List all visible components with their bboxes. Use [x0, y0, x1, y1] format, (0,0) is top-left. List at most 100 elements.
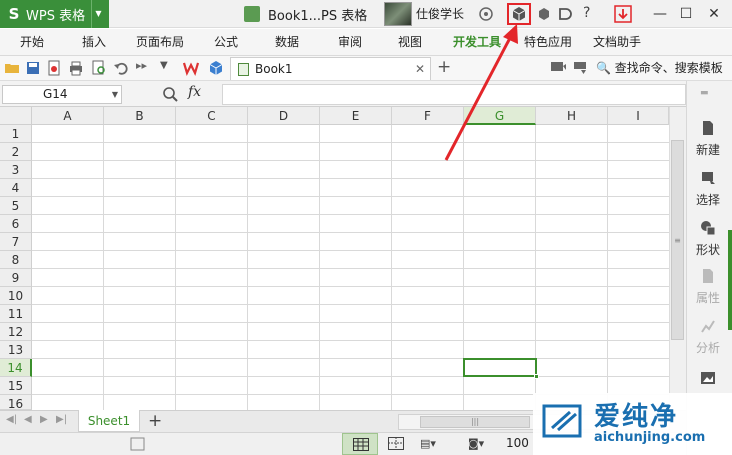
column-header-d[interactable]: D	[248, 107, 320, 125]
row-header-8[interactable]: 8	[0, 251, 32, 269]
wps-w-icon[interactable]	[183, 60, 199, 76]
screen-icon[interactable]	[550, 60, 566, 76]
next-sheet-icon[interactable]: ▶	[40, 414, 48, 425]
tab-home[interactable]: 开始	[20, 29, 44, 56]
formula-input[interactable]	[222, 84, 686, 105]
row-header-11[interactable]: 11	[0, 305, 32, 323]
tab-review[interactable]: 审阅	[338, 29, 362, 56]
tab-view[interactable]: 视图	[398, 29, 422, 56]
print-icon[interactable]	[68, 60, 84, 76]
column-header-f[interactable]: F	[392, 107, 464, 125]
settings-hex-icon[interactable]	[536, 6, 552, 22]
username[interactable]: 仕俊学长	[416, 0, 464, 28]
sort-icon[interactable]	[572, 60, 588, 76]
app-menu-button[interactable]: S WPS 表格 ▼	[0, 0, 109, 28]
download-icon[interactable]	[614, 5, 632, 23]
insert-function-button[interactable]: fx	[188, 84, 201, 100]
row-header-9[interactable]: 9	[0, 269, 32, 287]
maximize-button[interactable]: ☐	[673, 0, 699, 28]
column-header-c[interactable]: C	[176, 107, 248, 125]
command-search[interactable]: 🔍 查找命令、搜索模板	[596, 56, 723, 81]
skin-icon[interactable]	[478, 6, 494, 22]
row-header-3[interactable]: 3	[0, 161, 32, 179]
panel-new-button[interactable]: 新建	[686, 120, 730, 158]
cell-grid[interactable]	[32, 125, 669, 410]
row-header-1[interactable]: 1	[0, 125, 32, 143]
row-header-13[interactable]: 13	[0, 341, 32, 359]
last-sheet-icon[interactable]: ▶|	[56, 414, 67, 425]
row-header-12[interactable]: 12	[0, 323, 32, 341]
tab-data[interactable]: 数据	[275, 29, 299, 56]
reading-mode-icon[interactable]: ◙▾	[468, 437, 484, 450]
panel-properties-label: 属性	[695, 291, 720, 305]
new-tab-plus-icon[interactable]: +	[437, 57, 451, 77]
horizontal-scroll-thumb[interactable]: |||	[420, 416, 530, 428]
active-cell-g14[interactable]	[463, 358, 539, 379]
row-header-14[interactable]: 14	[0, 359, 32, 377]
theme-icon[interactable]	[557, 6, 573, 22]
fill-handle[interactable]	[534, 374, 539, 379]
tab-page-layout[interactable]: 页面布局	[136, 29, 184, 56]
sheet-tab-sheet1[interactable]: Sheet1	[78, 410, 140, 432]
panel-select-label: 选择	[695, 193, 720, 207]
vertical-scroll-thumb[interactable]: ≡	[671, 140, 684, 340]
row-header-15[interactable]: 15	[0, 377, 32, 395]
row-header-5[interactable]: 5	[0, 197, 32, 215]
cloud-cube-icon[interactable]	[208, 60, 224, 76]
first-sheet-icon[interactable]: ◀|	[6, 414, 17, 425]
chevron-down-icon[interactable]: ▼	[91, 0, 105, 28]
panel-analysis-button[interactable]: 分析	[686, 318, 730, 356]
row-header-2[interactable]: 2	[0, 143, 32, 161]
open-folder-icon[interactable]	[4, 60, 20, 76]
export-pdf-icon[interactable]	[46, 60, 62, 76]
undo-icon[interactable]	[113, 60, 129, 76]
row-header-10[interactable]: 10	[0, 287, 32, 305]
page-break-view-icon[interactable]	[388, 437, 404, 450]
column-header-a[interactable]: A	[32, 107, 104, 125]
name-box[interactable]: G14 ▼	[2, 85, 122, 104]
help-icon[interactable]: ?	[583, 5, 590, 21]
print-preview-icon[interactable]	[91, 60, 107, 76]
panel-properties-button[interactable]: 属性	[686, 268, 730, 306]
tab-formulas[interactable]: 公式	[214, 29, 238, 56]
normal-view-button[interactable]	[342, 433, 378, 455]
spreadsheet-file-icon	[238, 62, 249, 76]
close-icon[interactable]: ✕	[415, 62, 425, 76]
row-header-7[interactable]: 7	[0, 233, 32, 251]
column-header-e[interactable]: E	[320, 107, 392, 125]
row-header-4[interactable]: 4	[0, 179, 32, 197]
tab-doc-assistant[interactable]: 文档助手	[593, 29, 641, 56]
tab-developer[interactable]: 开发工具	[453, 29, 501, 56]
minimize-button[interactable]: —	[647, 0, 673, 28]
avatar[interactable]	[384, 2, 412, 26]
tab-special[interactable]: 特色应用	[524, 29, 572, 56]
file-tab-book1[interactable]: Book1 ✕	[230, 57, 431, 80]
zoom-icon[interactable]	[162, 86, 178, 102]
column-header-b[interactable]: B	[104, 107, 176, 125]
column-header-g[interactable]: G	[464, 107, 536, 125]
add-sheet-button[interactable]: +	[148, 411, 162, 431]
prev-sheet-icon[interactable]: ◀	[24, 414, 32, 425]
more-arrow-icon[interactable]: ▸▸	[136, 59, 147, 72]
chevron-down-icon[interactable]: ▼	[112, 86, 118, 103]
panel-select-button[interactable]: 选择	[686, 170, 730, 208]
customize-dropdown-icon[interactable]: ▼	[160, 60, 168, 71]
row-header-16[interactable]: 16	[0, 395, 32, 410]
layout-view-icon[interactable]: ▤▾	[420, 437, 436, 450]
macro-record-icon[interactable]	[130, 437, 146, 451]
column-header-i[interactable]: I	[608, 107, 669, 125]
app-name: WPS 表格	[26, 8, 86, 24]
select-all-corner[interactable]	[0, 107, 32, 125]
row-header-6[interactable]: 6	[0, 215, 32, 233]
column-header-h[interactable]: H	[536, 107, 608, 125]
panel-shapes-button[interactable]: 形状	[686, 220, 730, 258]
save-icon[interactable]	[25, 60, 41, 76]
close-button[interactable]: ✕	[701, 0, 727, 28]
ribbon-tabs: 开始 插入 页面布局 公式 数据 审阅 视图 开发工具 特色应用 文档助手	[0, 29, 732, 56]
tab-insert[interactable]: 插入	[82, 29, 106, 56]
analysis-icon	[701, 320, 715, 333]
panel-grip-icon[interactable]: ▬	[700, 88, 709, 98]
zoom-level[interactable]: 100	[506, 432, 529, 455]
panel-image-button[interactable]	[686, 370, 730, 391]
aichunjing-logo-icon	[542, 404, 582, 438]
